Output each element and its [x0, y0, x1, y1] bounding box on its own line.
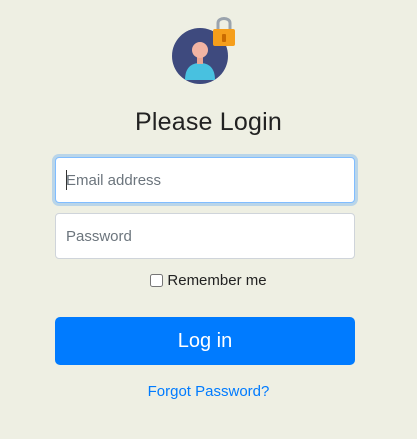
remember-me-label: Remember me [167, 272, 267, 289]
forgot-password-link[interactable]: Forgot Password? [148, 383, 270, 400]
lock-icon [213, 17, 235, 46]
email-field[interactable] [55, 157, 355, 203]
remember-me-label-wrap[interactable]: Remember me [150, 272, 267, 289]
text-caret [66, 170, 67, 190]
login-page: Please Login Remember me Log in Forgot P… [0, 0, 417, 439]
login-button[interactable]: Log in [55, 317, 355, 365]
page-title: Please Login [135, 108, 282, 136]
forgot-password-row: Forgot Password? [0, 383, 417, 400]
remember-me-row: Remember me [0, 272, 417, 291]
user-avatar-icon [171, 10, 243, 86]
password-field[interactable] [55, 213, 355, 259]
remember-me-checkbox[interactable] [150, 274, 164, 287]
